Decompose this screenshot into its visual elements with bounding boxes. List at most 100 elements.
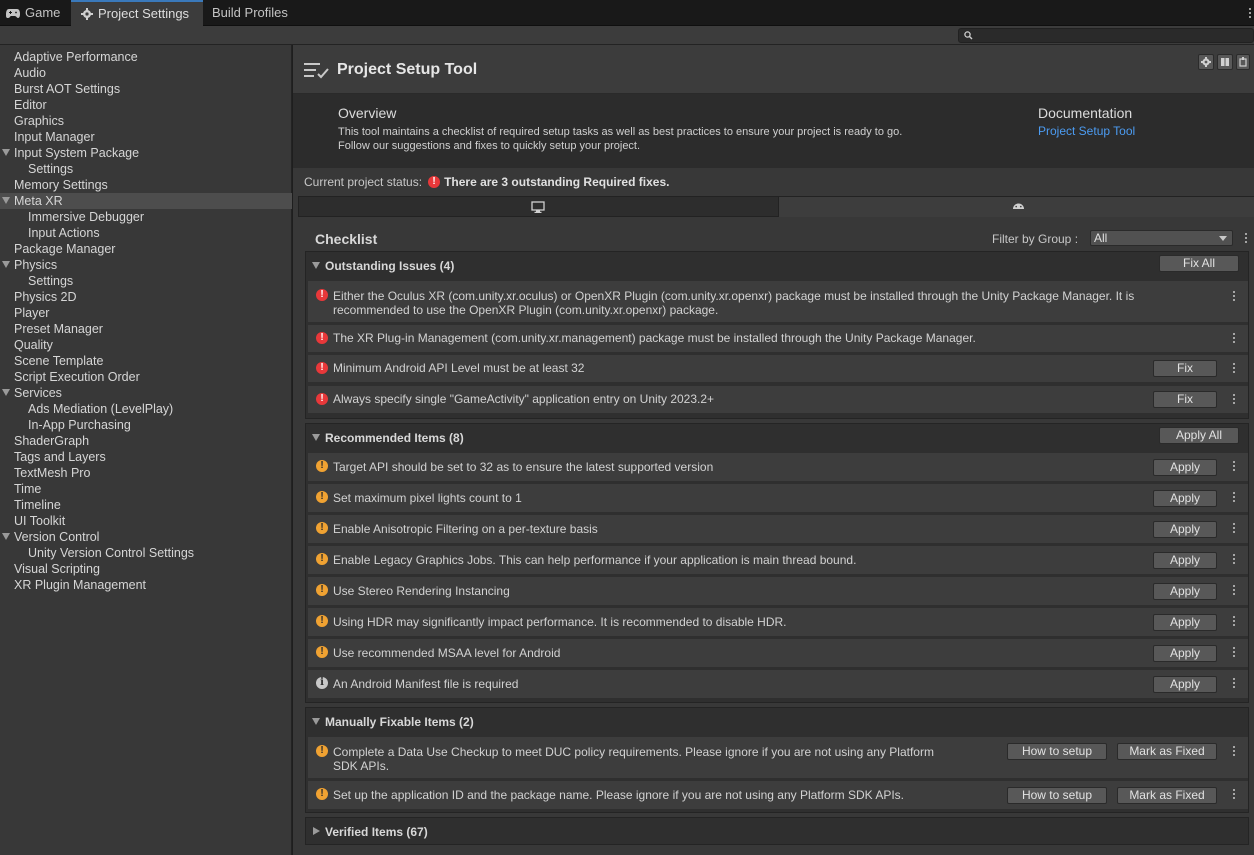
sidebar-item-physics[interactable]: Physics [0, 257, 292, 273]
group-title: Manually Fixable Items (2) [325, 715, 474, 729]
tab-project-settings[interactable]: Project Settings [71, 0, 203, 26]
expand-triangle-icon[interactable] [2, 197, 10, 204]
sidebar-item-version-control[interactable]: Version Control [0, 529, 292, 545]
how-to-setup-button[interactable]: How to setup [1007, 743, 1107, 760]
expand-triangle-icon[interactable] [2, 389, 10, 396]
list-item: ! Using HDR may significantly impact per… [308, 608, 1248, 636]
sidebar-item-burst-aot[interactable]: Burst AOT Settings [0, 81, 292, 97]
item-menu-kebab-icon[interactable] [1232, 393, 1236, 405]
checklist-menu-kebab-icon[interactable] [1244, 232, 1248, 244]
item-menu-kebab-icon[interactable] [1232, 491, 1236, 503]
fix-button[interactable]: Fix [1153, 391, 1217, 408]
sidebar-item-input-system-package[interactable]: Input System Package [0, 145, 292, 161]
item-menu-kebab-icon[interactable] [1232, 584, 1236, 596]
mark-as-fixed-button[interactable]: Mark as Fixed [1117, 787, 1217, 804]
sidebar-item-immersive-debugger[interactable]: Immersive Debugger [0, 209, 292, 225]
tab-platform-android[interactable] [779, 196, 1254, 217]
apply-button[interactable]: Apply [1153, 583, 1217, 600]
tab-game[interactable]: Game [0, 0, 68, 26]
item-menu-kebab-icon[interactable] [1232, 646, 1236, 658]
list-item: ! Use Stereo Rendering Instancing Apply [308, 577, 1248, 605]
filter-group-select[interactable]: All [1090, 230, 1233, 246]
apply-button[interactable]: Apply [1153, 552, 1217, 569]
help-button[interactable] [1236, 54, 1250, 70]
expand-triangle-icon[interactable] [2, 533, 10, 540]
item-menu-kebab-icon[interactable] [1232, 290, 1236, 302]
window-menu-kebab-icon[interactable] [1248, 7, 1252, 19]
expand-triangle-icon[interactable] [2, 261, 10, 268]
sidebar-item-input-actions[interactable]: Input Actions [0, 225, 292, 241]
sidebar-item-input-manager[interactable]: Input Manager [0, 129, 292, 145]
sidebar-item-visual-scripting[interactable]: Visual Scripting [0, 561, 292, 577]
how-to-setup-button[interactable]: How to setup [1007, 787, 1107, 804]
sidebar-item-timeline[interactable]: Timeline [0, 497, 292, 513]
group-header[interactable]: Outstanding Issues (4) Fix All [306, 252, 1248, 279]
group-header[interactable]: Manually Fixable Items (2) [306, 708, 1248, 735]
sidebar-item-label: Physics [14, 258, 58, 272]
item-menu-kebab-icon[interactable] [1232, 522, 1236, 534]
sidebar-item-services[interactable]: Services [0, 385, 292, 401]
settings-button[interactable] [1198, 54, 1214, 70]
mark-as-fixed-button[interactable]: Mark as Fixed [1117, 743, 1217, 760]
fix-button[interactable]: Fix [1153, 360, 1217, 377]
tab-platform-pc[interactable] [298, 196, 779, 217]
sidebar-item-tags-and-layers[interactable]: Tags and Layers [0, 449, 292, 465]
item-menu-kebab-icon[interactable] [1232, 745, 1236, 757]
documentation-link[interactable]: Project Setup Tool [1038, 124, 1135, 138]
sidebar-item-adaptive-performance[interactable]: Adaptive Performance [0, 49, 292, 65]
sidebar-item-script-execution-order[interactable]: Script Execution Order [0, 369, 292, 385]
item-menu-kebab-icon[interactable] [1232, 677, 1236, 689]
sidebar-item-preset-manager[interactable]: Preset Manager [0, 321, 292, 337]
sidebar-item-label: Immersive Debugger [28, 210, 145, 224]
sidebar-item-editor[interactable]: Editor [0, 97, 292, 113]
item-menu-kebab-icon[interactable] [1232, 460, 1236, 472]
sidebar-item-player[interactable]: Player [0, 305, 292, 321]
sidebar-item-audio[interactable]: Audio [0, 65, 292, 81]
item-menu-kebab-icon[interactable] [1232, 332, 1236, 344]
sidebar-item-ui-toolkit[interactable]: UI Toolkit [0, 513, 292, 529]
sidebar-item-xr-plugin-management[interactable]: XR Plugin Management [0, 577, 292, 593]
sidebar-item-graphics[interactable]: Graphics [0, 113, 292, 129]
sidebar-item-unity-version-control-settings[interactable]: Unity Version Control Settings [0, 545, 292, 561]
sidebar-item-label: Tags and Layers [14, 450, 106, 464]
sidebar-item-physics-settings[interactable]: Settings [0, 273, 292, 289]
fix-all-button[interactable]: Fix All [1159, 255, 1239, 272]
expand-triangle-icon[interactable] [312, 718, 320, 725]
filter-label: Filter by Group : [992, 232, 1079, 246]
sidebar-item-input-system-settings[interactable]: Settings [0, 161, 292, 177]
list-item: ! Set maximum pixel lights count to 1 Ap… [308, 484, 1248, 512]
tab-build-profiles[interactable]: Build Profiles [206, 0, 296, 26]
layout-button[interactable] [1217, 54, 1233, 70]
item-menu-kebab-icon[interactable] [1232, 788, 1236, 800]
item-menu-kebab-icon[interactable] [1232, 615, 1236, 627]
sidebar-item-physics-2d[interactable]: Physics 2D [0, 289, 292, 305]
expand-triangle-icon[interactable] [2, 149, 10, 156]
sidebar-item-meta-xr[interactable]: Meta XR [0, 193, 292, 209]
expand-triangle-icon[interactable] [312, 262, 320, 269]
apply-button[interactable]: Apply [1153, 459, 1217, 476]
expand-triangle-icon[interactable] [313, 827, 320, 835]
apply-button[interactable]: Apply [1153, 676, 1217, 693]
search-input[interactable] [958, 28, 1254, 43]
sidebar-item-quality[interactable]: Quality [0, 337, 292, 353]
apply-all-button[interactable]: Apply All [1159, 427, 1239, 444]
sidebar-item-memory-settings[interactable]: Memory Settings [0, 177, 292, 193]
group-header[interactable]: Verified Items (67) [306, 818, 1248, 845]
apply-button[interactable]: Apply [1153, 614, 1217, 631]
sidebar-item-time[interactable]: Time [0, 481, 292, 497]
item-menu-kebab-icon[interactable] [1232, 553, 1236, 565]
sidebar-item-textmesh-pro[interactable]: TextMesh Pro [0, 465, 292, 481]
group-header[interactable]: Recommended Items (8) Apply All [306, 424, 1248, 451]
apply-button[interactable]: Apply [1153, 490, 1217, 507]
item-menu-kebab-icon[interactable] [1232, 362, 1236, 374]
list-item: i An Android Manifest file is required A… [308, 670, 1248, 698]
sidebar-item-label: Memory Settings [14, 178, 108, 192]
sidebar-item-in-app-purchasing[interactable]: In-App Purchasing [0, 417, 292, 433]
expand-triangle-icon[interactable] [312, 434, 320, 441]
sidebar-item-shadergraph[interactable]: ShaderGraph [0, 433, 292, 449]
apply-button[interactable]: Apply [1153, 521, 1217, 538]
apply-button[interactable]: Apply [1153, 645, 1217, 662]
sidebar-item-scene-template[interactable]: Scene Template [0, 353, 292, 369]
sidebar-item-ads-mediation[interactable]: Ads Mediation (LevelPlay) [0, 401, 292, 417]
sidebar-item-package-manager[interactable]: Package Manager [0, 241, 292, 257]
